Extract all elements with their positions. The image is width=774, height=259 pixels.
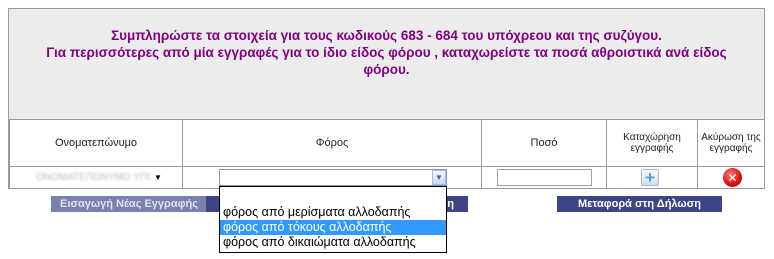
tax-dropdown-list: φόρος από μερίσματα αλλοδαπής φόρος από … — [219, 186, 447, 253]
header-tax: Φόρος — [182, 119, 482, 167]
chevron-down-icon[interactable]: ▼ — [432, 170, 446, 185]
table-header-row: Ονοματεπώνυμο Φόρος Ποσό Καταχώρηση εγγρ… — [9, 119, 765, 167]
header-amount: Ποσό — [481, 119, 607, 167]
header-cancel: Ακύρωση της εγγραφής — [697, 119, 765, 167]
add-entry-button[interactable]: + — [641, 169, 659, 186]
amount-input[interactable] — [497, 169, 592, 186]
chevron-down-icon[interactable]: ▼ — [151, 170, 165, 185]
dropdown-option[interactable]: φόρος από μερίσματα αλλοδαπής — [220, 205, 446, 220]
instruction-line-1: Συμπληρώστε τα στοιχεία για τους κωδικού… — [111, 28, 662, 43]
entries-table: Ονοματεπώνυμο Φόρος Ποσό Καταχώρηση εγγρ… — [9, 119, 765, 189]
header-register: Καταχώρηση εγγραφής — [606, 119, 698, 167]
instructions-box: Συμπληρώστε τα στοιχεία για τους κωδικού… — [9, 9, 764, 119]
header-name: Ονοματεπώνυμο — [9, 119, 183, 167]
amount-cell — [481, 166, 607, 189]
register-cell: + — [606, 166, 698, 189]
cancel-cell: ✕ — [697, 166, 765, 189]
tax-select[interactable]: ▼ — [219, 169, 447, 186]
name-cell: ΟΝΟΜΑΤΕΠΩΝΥΜΟ ΥΠΟΧΡΕΟΥ ▼ — [9, 166, 183, 189]
dropdown-option[interactable]: φόρος από δικαιώματα αλλοδαπής — [220, 235, 446, 250]
transfer-to-declaration-button[interactable]: Μεταφορά στη Δήλωση — [557, 196, 722, 212]
close-icon: ✕ — [727, 170, 738, 185]
name-select[interactable]: ΟΝΟΜΑΤΕΠΩΝΥΜΟ ΥΠΟΧΡΕΟΥ ▼ — [32, 169, 165, 186]
dropdown-option-highlighted[interactable]: φόρος από τόκους αλλοδαπής — [220, 220, 446, 235]
form-panel: Συμπληρώστε τα στοιχεία για τους κωδικού… — [8, 8, 765, 189]
name-select-value: ΟΝΟΜΑΤΕΠΩΝΥΜΟ ΥΠΟΧΡΕΟΥ — [36, 172, 151, 183]
new-entry-button[interactable]: Εισαγωγή Νέας Εγγραφής — [51, 196, 207, 212]
instruction-line-3: φόρου. — [363, 62, 410, 77]
instruction-line-2: Για περισσότερες από μία εγγραφές για το… — [46, 45, 727, 60]
plus-icon: + — [645, 168, 655, 187]
cancel-entry-button[interactable]: ✕ — [723, 168, 742, 187]
